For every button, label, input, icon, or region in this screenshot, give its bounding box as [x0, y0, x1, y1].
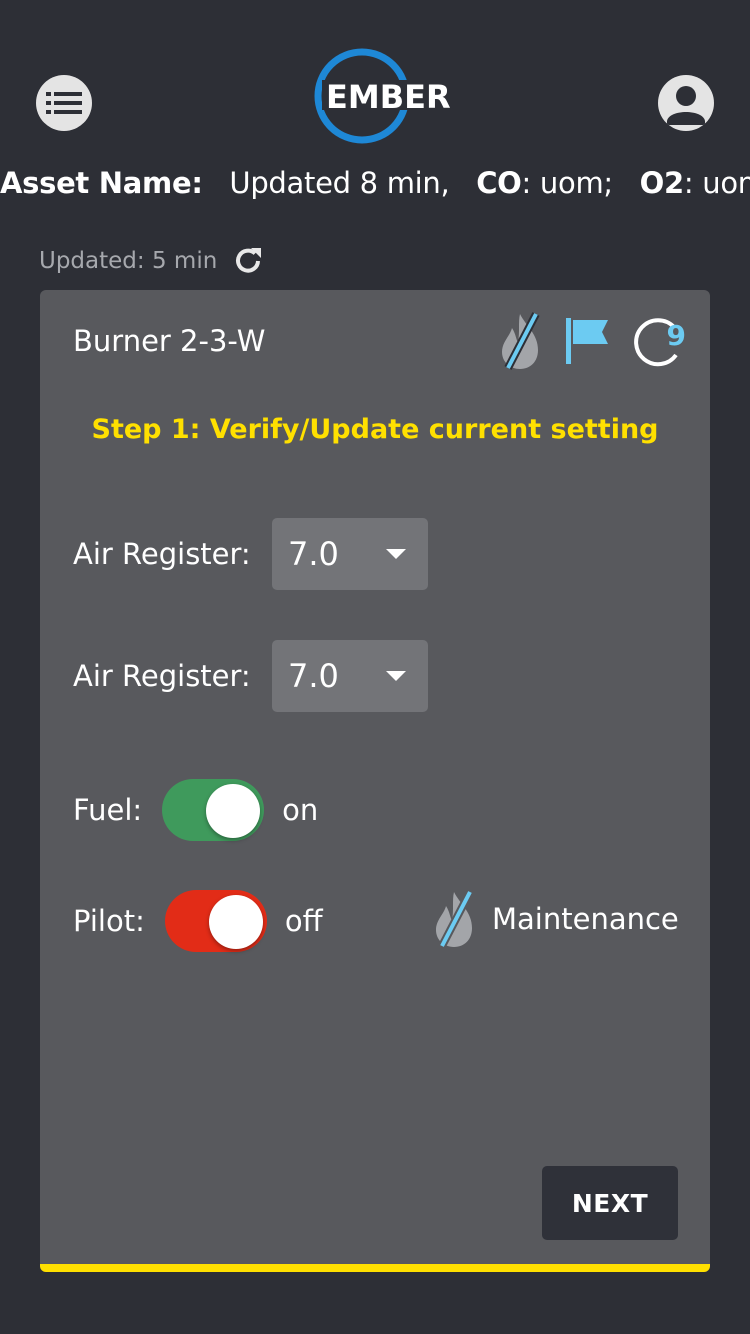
- flag-icon[interactable]: [564, 316, 610, 366]
- co-value: : uom;: [521, 166, 614, 200]
- toggle-knob: [206, 784, 261, 838]
- flame-off-icon[interactable]: [498, 310, 544, 372]
- pilot-row: Pilot: off: [73, 890, 323, 952]
- cycle-indicator: 9: [630, 311, 686, 371]
- air-register-select-2[interactable]: 7.0: [272, 640, 428, 712]
- air-register-value: 7.0: [288, 657, 339, 695]
- air-register-label: Air Register:: [73, 537, 251, 571]
- air-register-label: Air Register:: [73, 659, 251, 693]
- pilot-label: Pilot:: [73, 904, 145, 938]
- menu-button[interactable]: [36, 75, 92, 131]
- step-title: Step 1: Verify/Update current setting: [91, 414, 659, 445]
- updated-value: 5 min: [151, 248, 218, 274]
- maintenance-label: Maintenance: [492, 902, 679, 936]
- updated-label: Updated:: [39, 248, 145, 274]
- o2-label: O2: [639, 166, 685, 200]
- user-icon: [667, 86, 705, 125]
- fuel-toggle[interactable]: [162, 779, 265, 841]
- user-profile-button[interactable]: [658, 75, 714, 131]
- cycle-count: 9: [666, 319, 686, 352]
- asset-updated: Updated 8 min,: [229, 166, 450, 200]
- asset-summary: Asset Name: Updated 8 min, CO: uom; O2: …: [0, 166, 750, 200]
- air-register-select-1[interactable]: 7.0: [272, 518, 428, 590]
- toggle-knob: [208, 895, 263, 949]
- co-label: CO: [476, 166, 522, 200]
- list-icon: [46, 92, 82, 114]
- air-register-row-1: Air Register: 7.0: [73, 518, 428, 590]
- screen: EMBER Asset Name: Updated 8 min, CO: uom…: [0, 0, 750, 1334]
- o2-value: : uom;: [683, 166, 750, 200]
- asset-name-label: Asset Name:: [0, 166, 203, 200]
- status-icons: 9: [498, 310, 686, 372]
- fuel-state: on: [282, 793, 319, 827]
- air-register-row-2: Air Register: 7.0: [73, 640, 428, 712]
- chevron-down-icon: [386, 671, 406, 681]
- fuel-row: Fuel: on: [73, 779, 318, 841]
- pilot-toggle[interactable]: [164, 890, 267, 952]
- chevron-down-icon: [386, 549, 406, 559]
- fuel-label: Fuel:: [73, 793, 143, 827]
- maintenance-indicator[interactable]: Maintenance: [432, 888, 679, 950]
- air-register-value: 7.0: [288, 535, 339, 573]
- last-updated: Updated: 5 min: [39, 244, 265, 278]
- ember-logo: EMBER: [312, 46, 452, 146]
- next-button[interactable]: NEXT: [542, 1166, 678, 1240]
- burner-card: Burner 2-3-W 9 Step 1: Verify/Update cur…: [40, 290, 710, 1272]
- pilot-state: off: [284, 904, 323, 938]
- refresh-icon[interactable]: [231, 244, 265, 278]
- flame-off-icon: [436, 890, 474, 948]
- burner-name: Burner 2-3-W: [73, 324, 266, 358]
- logo-text: EMBER: [326, 78, 451, 116]
